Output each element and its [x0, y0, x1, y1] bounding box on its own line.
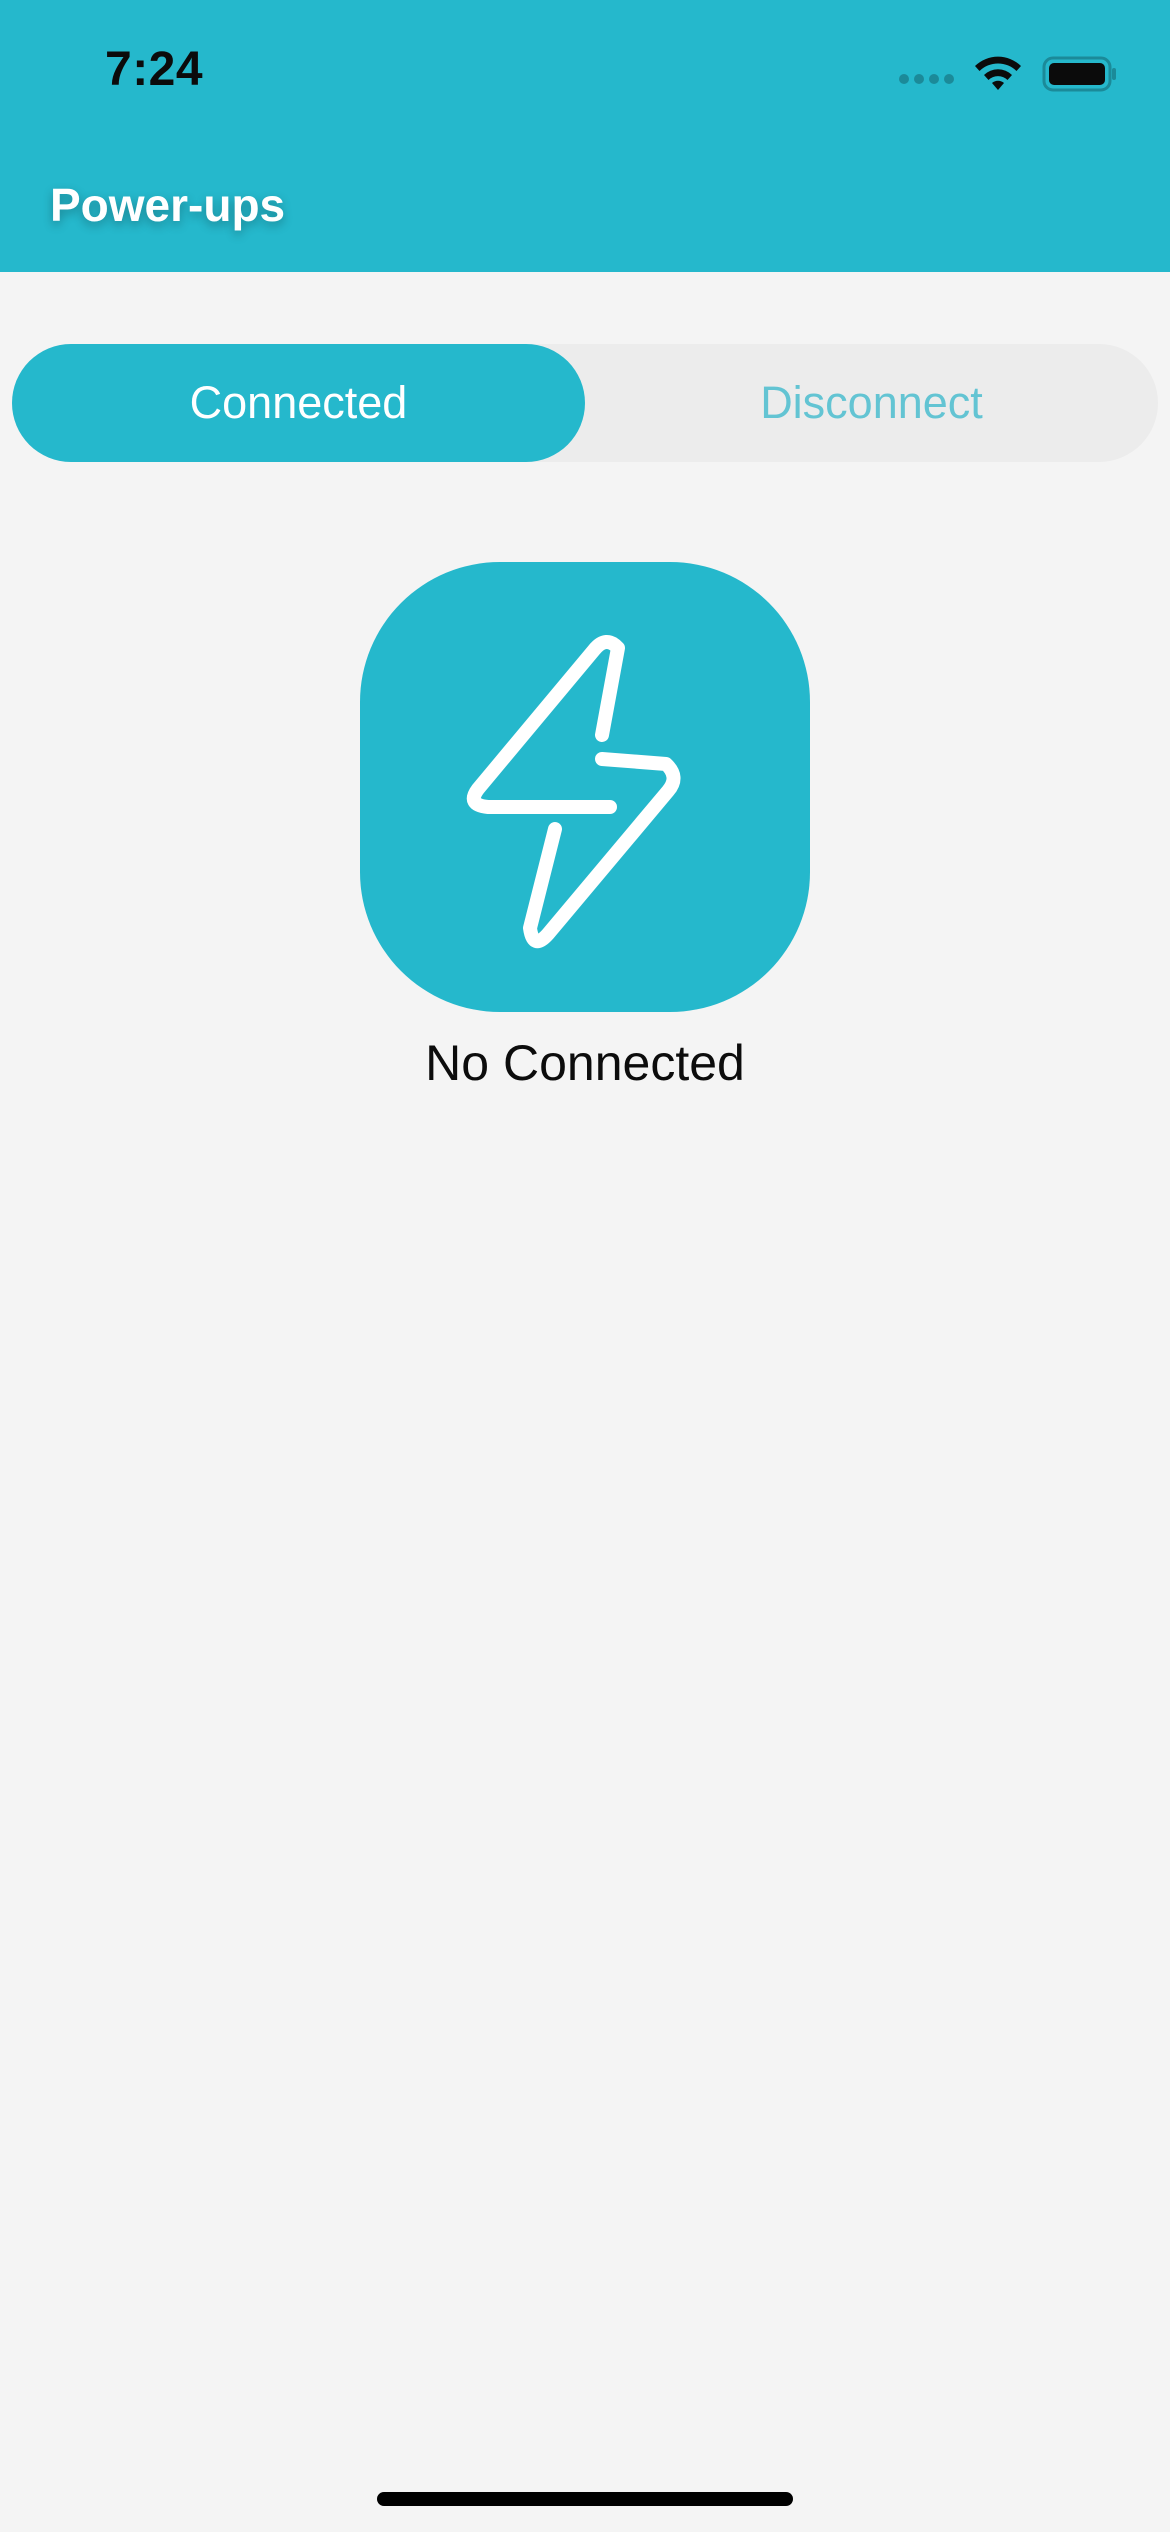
empty-state-message: No Connected	[425, 1035, 745, 1091]
cellular-signal-icon	[899, 74, 954, 84]
wifi-icon	[975, 56, 1021, 90]
segment-disconnect[interactable]: Disconnect	[585, 344, 1158, 462]
status-time: 7:24	[105, 43, 204, 96]
home-indicator[interactable]	[377, 2492, 793, 2506]
header-bar: 7:24 Power-ups	[0, 0, 1170, 272]
status-indicators	[899, 50, 1118, 98]
segment-connected[interactable]: Connected	[12, 344, 585, 462]
page-title: Power-ups	[50, 179, 286, 231]
connection-segmented-control: Connected Disconnect	[12, 344, 1158, 462]
power-up-app-icon	[360, 562, 810, 1012]
lightning-bolt-icon	[466, 635, 681, 949]
battery-icon	[1042, 56, 1116, 92]
